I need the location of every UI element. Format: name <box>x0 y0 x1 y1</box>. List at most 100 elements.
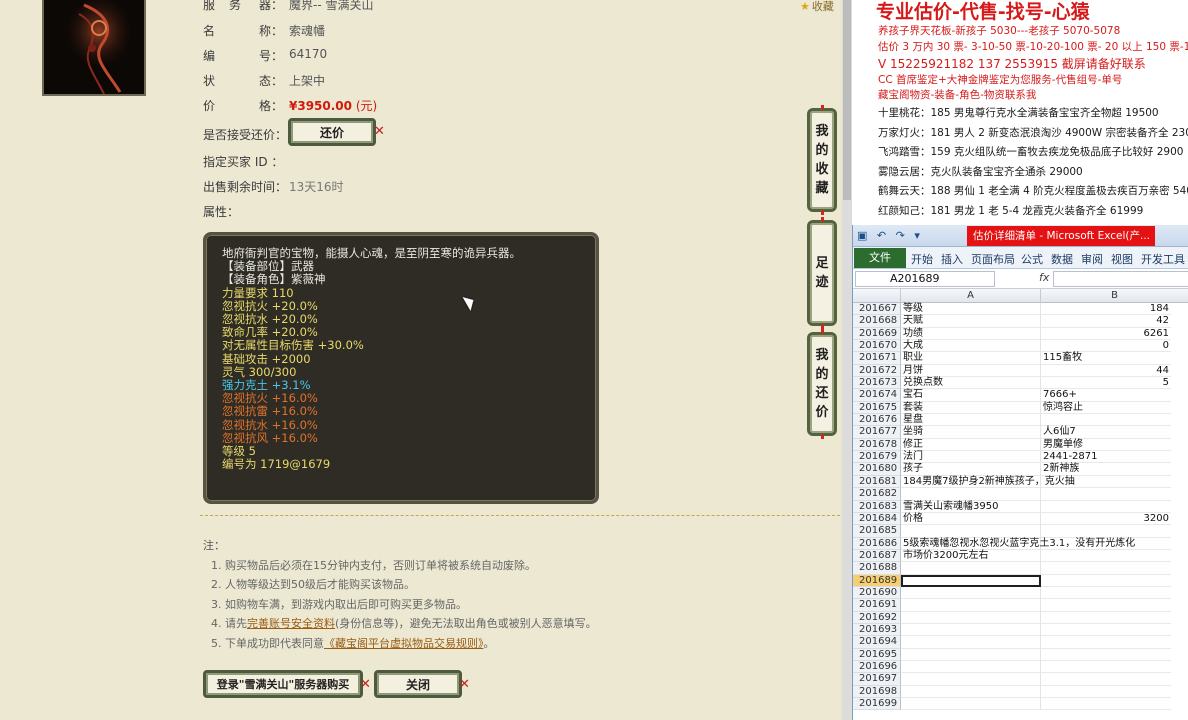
cell-a[interactable]: 星盘 <box>901 414 1041 427</box>
favorite-link[interactable]: ★ 收藏 <box>800 0 834 14</box>
sidebar-footprint-button[interactable]: 足迹 <box>807 217 837 329</box>
row-header[interactable]: 201697 <box>853 673 901 686</box>
ribbon-tab[interactable]: 公式 <box>1021 251 1043 267</box>
security-info-link[interactable]: 完善账号安全资料 <box>247 617 335 630</box>
ribbon-tab[interactable]: 数据 <box>1051 251 1073 267</box>
trade-rules-link[interactable]: 《藏宝阁平台虚拟物品交易规则》 <box>324 637 484 650</box>
cell-a[interactable] <box>901 636 1041 649</box>
ribbon-tab[interactable]: 开始 <box>911 251 933 267</box>
cell-a[interactable]: 法门 <box>901 451 1041 464</box>
cell-a[interactable]: 功绩 <box>901 327 1041 341</box>
cell-b[interactable]: 3200 <box>1041 513 1171 526</box>
cell-a[interactable]: 天赋 <box>901 315 1041 328</box>
cell-b[interactable] <box>1041 562 1171 575</box>
column-header-a[interactable]: A <box>901 289 1041 303</box>
cell-b[interactable] <box>1041 414 1171 427</box>
cell-a[interactable]: 坐骑 <box>901 426 1041 439</box>
cell-a[interactable] <box>901 660 1041 674</box>
cell-b[interactable] <box>1041 673 1171 686</box>
row-header[interactable]: 201676 <box>853 414 901 427</box>
row-header[interactable]: 201678 <box>853 438 901 452</box>
cell-a[interactable]: 修正 <box>901 438 1041 452</box>
cell-a[interactable]: 雪满关山索魂幡3950 <box>901 500 1041 513</box>
row-header[interactable]: 201684 <box>853 512 901 526</box>
formula-input[interactable] <box>1053 271 1188 287</box>
row-header[interactable]: 201698 <box>853 685 901 698</box>
row-header[interactable]: 201669 <box>853 327 901 341</box>
select-all-corner[interactable] <box>853 289 901 303</box>
cell-b[interactable] <box>1041 550 1171 563</box>
row-header[interactable]: 201675 <box>853 401 901 415</box>
row-header[interactable]: 201682 <box>853 488 901 501</box>
cell-a[interactable] <box>901 685 1041 698</box>
row-header[interactable]: 201668 <box>853 315 901 328</box>
cell-a[interactable] <box>901 698 1041 711</box>
tab-file[interactable]: 文件 <box>854 248 906 268</box>
cell-b[interactable]: 6261 <box>1041 328 1171 341</box>
cell-b[interactable] <box>1041 612 1171 624</box>
bargain-button[interactable]: 还价 <box>288 118 376 146</box>
cell-b[interactable]: 男魔单修 <box>1041 439 1171 452</box>
cell-a[interactable] <box>901 611 1041 624</box>
cell-b[interactable] <box>1041 525 1171 538</box>
cell-b[interactable]: 115畜牧 <box>1041 352 1171 365</box>
cell-b[interactable] <box>1041 636 1171 649</box>
sidebar-my-favorites-button[interactable]: 我的收藏 <box>807 105 837 215</box>
cell-a[interactable]: 184男魔7级护身2新神族孩子，克火抽 <box>901 475 1075 489</box>
cell-b[interactable]: 2441-2871 <box>1041 451 1171 464</box>
cell-a[interactable] <box>901 525 1041 538</box>
row-header[interactable]: 201667 <box>853 303 901 316</box>
cell-b[interactable] <box>1041 649 1171 661</box>
cell-a[interactable]: 大成 <box>901 340 1041 353</box>
cell-a[interactable]: 等级 <box>901 303 1041 316</box>
row-header[interactable]: 201686 <box>853 537 901 550</box>
cell-b[interactable]: 184 <box>1041 303 1171 316</box>
row-header[interactable]: 201694 <box>853 636 901 649</box>
cell-a[interactable]: 市场价3200元左右 <box>901 549 1041 563</box>
row-header[interactable]: 201696 <box>853 660 901 674</box>
cell-a[interactable] <box>901 599 1041 612</box>
cell-b[interactable] <box>1041 501 1171 513</box>
column-header-b[interactable]: B <box>1041 289 1188 303</box>
cell-b[interactable]: 44 <box>1041 365 1171 378</box>
row-header[interactable]: 201687 <box>853 549 901 563</box>
row-header[interactable]: 201681 <box>853 475 901 489</box>
row-header[interactable]: 201670 <box>853 340 901 353</box>
row-header[interactable]: 201695 <box>853 648 901 661</box>
cell-a[interactable]: 兑换点数 <box>901 377 1041 390</box>
cell-b[interactable] <box>1041 698 1171 711</box>
cell-b[interactable] <box>1041 488 1171 501</box>
cell-a[interactable] <box>901 673 1041 686</box>
cell-a[interactable] <box>901 574 1041 587</box>
cell-b[interactable]: 7666+ <box>1041 389 1171 402</box>
cell-b[interactable]: 42 <box>1041 315 1171 328</box>
cell-a[interactable]: 孩子 <box>901 463 1041 476</box>
cell-b[interactable]: 人6仙7 <box>1041 426 1171 439</box>
ribbon-tab[interactable]: 页面布局 <box>971 251 1015 267</box>
cell-a[interactable]: 宝石 <box>901 389 1041 402</box>
cell-b[interactable] <box>1041 686 1171 698</box>
row-header[interactable]: 201671 <box>853 352 901 365</box>
login-buy-button[interactable]: 登录"雪满关山"服务器购买 <box>203 670 363 698</box>
cell-b[interactable]: 0 <box>1041 340 1171 353</box>
cell-b[interactable] <box>1041 661 1171 674</box>
ribbon-tab[interactable]: 视图 <box>1111 251 1133 267</box>
row-header[interactable]: 201674 <box>853 389 901 402</box>
cell-b[interactable] <box>1041 538 1171 550</box>
close-button[interactable]: 关闭 <box>374 670 462 698</box>
scrollbar-thumb[interactable] <box>843 0 851 200</box>
cell-b[interactable]: 2新神族 <box>1041 463 1171 476</box>
row-header[interactable]: 201699 <box>853 698 901 711</box>
row-header[interactable]: 201673 <box>853 377 901 390</box>
row-header[interactable]: 201677 <box>853 426 901 439</box>
name-box[interactable]: A201689 <box>855 271 995 287</box>
cell-a[interactable]: 套装 <box>901 401 1041 415</box>
cell-a[interactable]: 职业 <box>901 352 1041 365</box>
cell-b[interactable] <box>1041 476 1171 489</box>
cell-b[interactable] <box>1041 587 1171 600</box>
cell-b[interactable]: 5 <box>1041 377 1171 390</box>
cell-a[interactable]: 5级索魂幡忽视水忽视火蓝字克土3.1，没有开光炼化 <box>901 537 1135 550</box>
quick-access-toolbar[interactable]: ▣ ↶ ↷ ▾ <box>857 229 923 242</box>
ribbon-tab[interactable]: 插入 <box>941 251 963 267</box>
fx-icon[interactable]: fx <box>1039 271 1049 284</box>
